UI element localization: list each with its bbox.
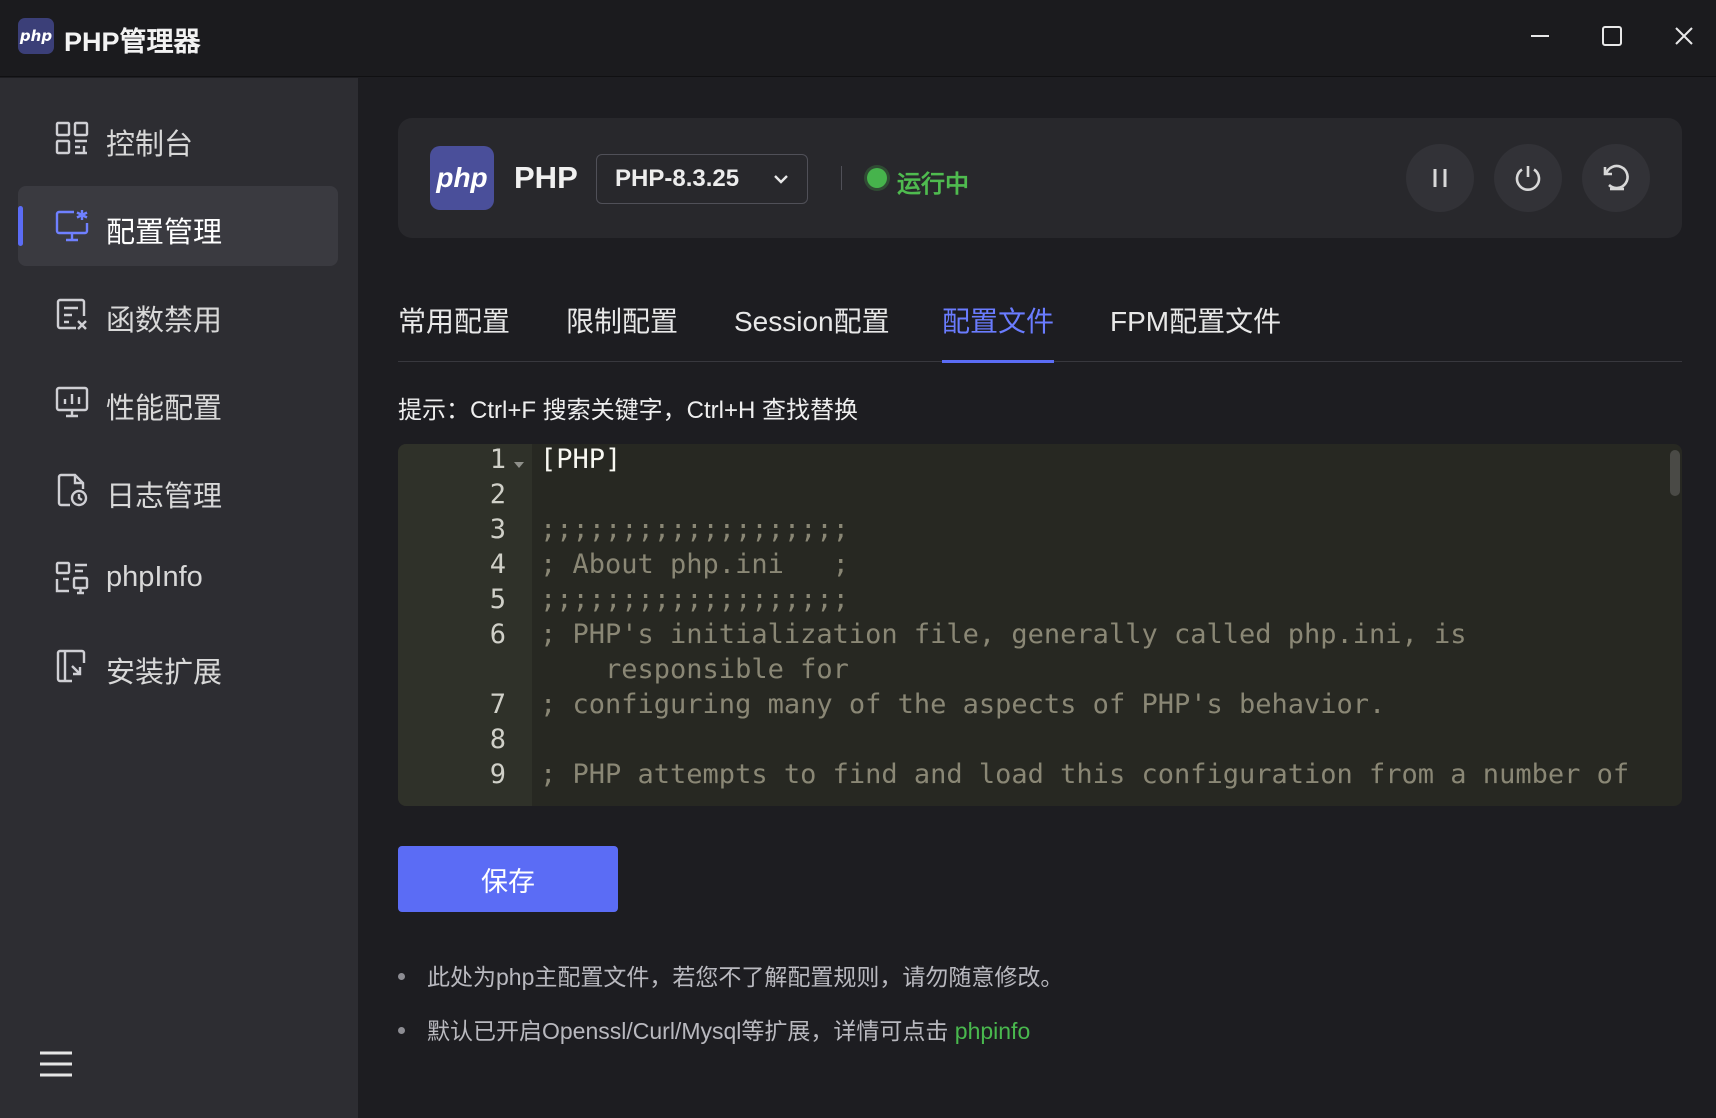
tab-fpm-config-file[interactable]: FPM配置文件 [1110,300,1281,362]
sidebar-item-label: 日志管理 [106,481,223,513]
status-text: 运行中 [897,171,969,198]
code-line: ; About php.ini ; [540,549,849,580]
note-item: 此处为php主配置文件，若您不了解配置规则，请勿随意修改。 [398,958,1063,992]
code-line: responsible for [540,654,849,685]
sidebar: 控制台 配置管理 函数禁用 性能配置 日志管理 phpInfo 安装扩展 [0,78,358,1118]
fold-arrow-icon[interactable] [514,462,524,468]
editor-gutter: 1 2 3 4 5 6 7 8 9 [398,444,532,806]
code-line: ; configuring many of the aspects of PHP… [540,689,1386,720]
sidebar-item-label: phpInfo [106,561,203,593]
tab-limit-config[interactable]: 限制配置 [566,300,678,362]
tab-config-file[interactable]: 配置文件 [942,300,1055,363]
phpinfo-link[interactable]: phpinfo [955,1018,1030,1044]
editor-hint: 提示：Ctrl+F 搜索关键字，Ctrl+H 查找替换 [398,397,859,424]
chevron-down-icon [774,175,788,184]
function-disable-icon [56,298,87,330]
php-logo-icon: php [430,146,494,210]
sidebar-item-function-disable[interactable]: 函数禁用 [18,274,338,354]
sidebar-item-phpinfo[interactable]: phpInfo [18,538,338,618]
note-text: 此处为php主配置文件，若您不了解配置规则，请勿随意修改。 [427,964,1064,990]
line-number: 6 [489,619,506,650]
window-title: PHP管理器 [64,27,201,57]
dashboard-grid-icon [55,121,89,155]
monitor-settings-icon [55,210,89,242]
sidebar-item-label: 函数禁用 [106,305,223,337]
php-name: PHP [514,160,578,195]
tab-common-config[interactable]: 常用配置 [398,300,510,362]
tab-session-config[interactable]: Session配置 [734,300,890,362]
extension-icon [56,649,86,683]
line-number: 2 [489,479,506,510]
line-number: 3 [489,514,506,545]
sidebar-item-label: 安装扩展 [106,657,223,689]
close-icon [1675,27,1693,45]
code-editor[interactable]: 1 2 3 4 5 6 7 8 9 [PHP] ;;;;;;;;;;;;;;;;… [398,444,1682,806]
sidebar-item-performance[interactable]: 性能配置 [18,362,338,442]
log-file-icon [57,473,88,507]
version-select[interactable]: PHP-8.3.25 [596,154,808,204]
status-dot-icon [867,168,887,188]
maximize-icon [1602,26,1622,46]
sidebar-item-label: 配置管理 [106,217,223,249]
php-logo-icon: php [18,18,54,54]
performance-chart-icon [55,386,89,418]
restart-icon [1603,164,1629,191]
sidebar-item-label: 控制台 [106,129,194,161]
line-number: 5 [489,584,506,615]
title-bar: php PHP管理器 [0,0,1716,77]
line-number: 9 [489,759,506,790]
minimize-icon [1531,35,1549,37]
sidebar-item-label: 性能配置 [106,393,223,425]
line-number: 8 [489,724,506,755]
pause-icon [1433,169,1447,187]
main-panel: php PHP PHP-8.3.25 运行中 常用配置 限制配置 Session… [358,78,1716,1118]
divider [841,166,842,190]
note-item: 默认已开启Openssl/Curl/Mysql等扩展，详情可点击 phpinfo [398,1012,1030,1046]
pause-button[interactable] [1406,144,1474,212]
bullet-icon [398,973,405,981]
menu-collapse-icon[interactable] [36,1044,76,1084]
sidebar-item-console[interactable]: 控制台 [18,98,338,178]
sidebar-item-config[interactable]: 配置管理 [18,186,338,266]
power-button[interactable] [1494,144,1562,212]
close-button[interactable] [1656,12,1712,60]
line-number: 4 [489,549,506,580]
code-line: ;;;;;;;;;;;;;;;;;;; [540,514,849,545]
code-line: [PHP] [540,444,622,475]
code-line: ;;;;;;;;;;;;;;;;;;; [540,584,849,615]
power-icon [1515,166,1541,191]
line-number: 7 [489,689,506,720]
editor-scrollbar[interactable] [1670,450,1680,496]
version-value: PHP-8.3.25 [615,165,740,192]
code-line: ; PHP attempts to find and load this con… [540,759,1630,790]
code-line: ; PHP's initialization file, generally c… [540,619,1467,650]
tab-bar: 常用配置 限制配置 Session配置 配置文件 FPM配置文件 [398,278,1682,363]
note-text: 默认已开启Openssl/Curl/Mysql等扩展，详情可点击 [427,1018,955,1044]
save-button[interactable]: 保存 [398,846,618,912]
sidebar-item-logs[interactable]: 日志管理 [18,450,338,530]
bullet-icon [398,1027,405,1035]
restart-button[interactable] [1582,144,1650,212]
php-status-card: php PHP PHP-8.3.25 运行中 [398,118,1682,238]
line-number: 1 [489,444,506,475]
minimize-button[interactable] [1512,12,1568,60]
sidebar-item-extensions[interactable]: 安装扩展 [18,626,338,706]
info-icon [55,561,89,595]
maximize-button[interactable] [1584,12,1640,60]
